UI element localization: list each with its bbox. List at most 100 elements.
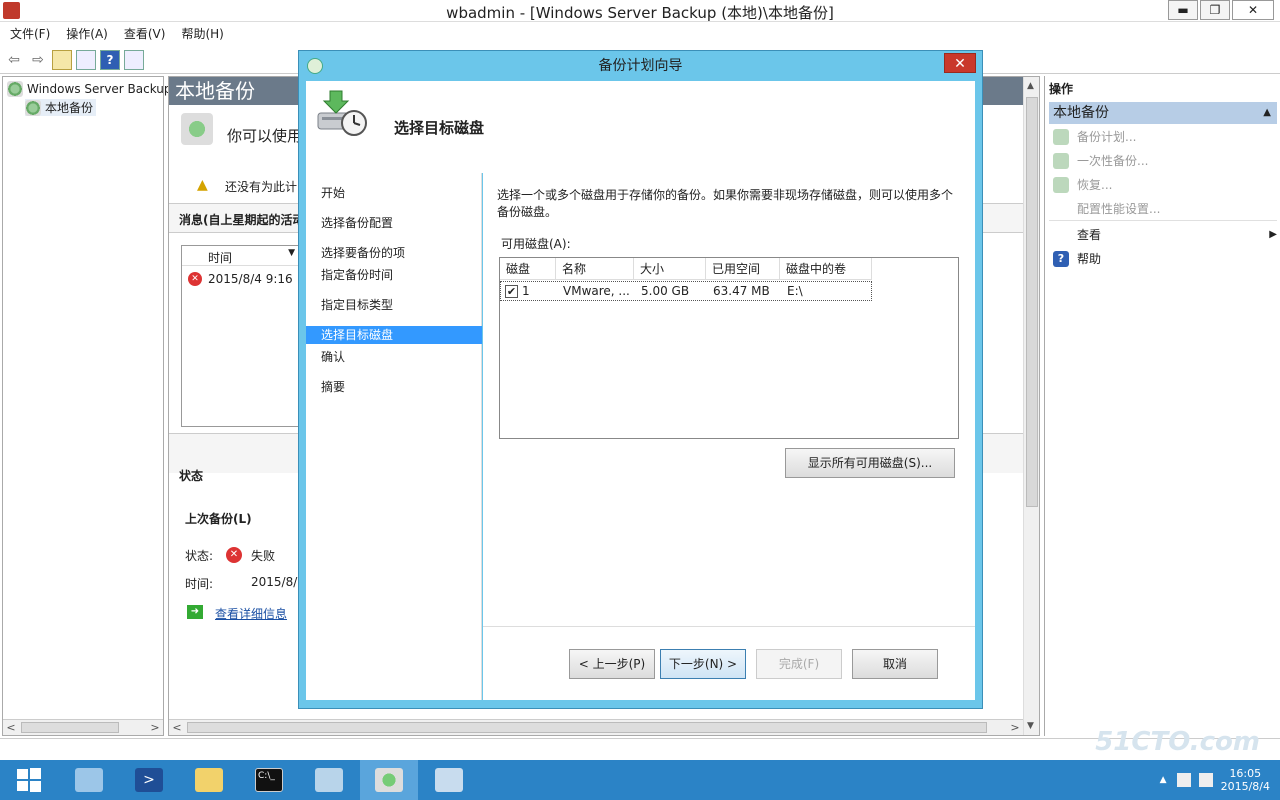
backup-once-icon [1053, 152, 1069, 169]
taskbar-windows-server-backup[interactable] [360, 760, 418, 800]
back-button[interactable]: < 上一步(P) [569, 649, 655, 679]
back-arrow-icon[interactable]: ⇦ [4, 50, 24, 70]
message-time: 2015/8/4 9:16 [208, 272, 293, 286]
taskbar-server-manager[interactable] [60, 760, 118, 800]
status-value: 失败 [251, 549, 276, 563]
action-center-icon[interactable] [1176, 773, 1191, 787]
warning-icon: ▲ [197, 177, 208, 193]
sort-arrow-icon: ▼ [288, 248, 295, 258]
status-key: 状态: [185, 549, 214, 563]
action-backup-schedule[interactable]: 备份计划... [1053, 128, 1136, 145]
system-tray: ▲ 16:05 2015/8/4 [1160, 760, 1270, 800]
actions-section-local-backup[interactable]: 本地备份 ▲ [1049, 102, 1277, 124]
start-button[interactable] [0, 760, 58, 800]
watermark: 51CTO.com [1095, 727, 1260, 757]
server-manager-icon [75, 768, 103, 792]
cancel-button[interactable]: 取消 [852, 649, 938, 679]
show-all-disks-button[interactable]: 显示所有可用磁盘(S)... [785, 448, 955, 478]
menu-action[interactable]: 操作(A) [66, 23, 108, 45]
view-details-link[interactable]: 查看详细信息 [215, 605, 287, 622]
column-used-space[interactable]: 已用空间 [706, 258, 780, 279]
forward-arrow-icon[interactable]: ⇨ [28, 50, 48, 70]
step-start[interactable]: 开始 [306, 184, 482, 202]
tree-horizontal-scrollbar[interactable]: < > [3, 719, 163, 735]
time-key: 时间: [185, 577, 214, 591]
tray-clock[interactable]: 16:05 2015/8/4 [1221, 767, 1270, 793]
scroll-right-icon[interactable]: > [147, 720, 163, 736]
menu-file[interactable]: 文件(F) [10, 23, 50, 45]
action-help[interactable]: ? 帮助 [1053, 250, 1101, 267]
warning-text: 还没有为此计 [225, 180, 298, 194]
taskbar-network[interactable] [300, 760, 358, 800]
action-configure-performance[interactable]: 配置性能设置... [1053, 200, 1160, 217]
taskbar-powershell[interactable]: > [120, 760, 178, 800]
step-select-target-disk[interactable]: 选择目标磁盘 [306, 326, 482, 344]
time-value: 2015/8/ [251, 575, 298, 589]
column-name[interactable]: 名称 [556, 258, 634, 279]
collapse-arrow-icon[interactable]: ▲ [1263, 102, 1271, 124]
action-view[interactable]: 查看 ▶ [1053, 226, 1277, 243]
taskbar-remote-desktop[interactable] [420, 760, 478, 800]
help-icon[interactable]: ? [100, 49, 120, 70]
scroll-left-icon[interactable]: < [3, 720, 19, 736]
wizard-steps-nav: 开始 选择备份配置 选择要备份的项 指定备份时间 指定目标类型 选择目标磁盘 确… [306, 173, 482, 700]
column-size[interactable]: 大小 [634, 258, 706, 279]
action-recover[interactable]: 恢复... [1053, 176, 1112, 193]
step-summary[interactable]: 摘要 [306, 378, 482, 396]
console-tree: Windows Server Backup 本地备份 < > [2, 76, 172, 736]
close-button[interactable]: ✕ [1232, 0, 1274, 20]
disk-volumes: E:\ [787, 284, 803, 298]
status-bar: 51CTO.com [0, 727, 1280, 760]
tree-root[interactable]: Windows Server Backup [7, 81, 172, 97]
wizard-header: 选择目标磁盘 [306, 81, 975, 173]
disk-number: 1 [522, 284, 530, 298]
tree-item-local-backup[interactable]: 本地备份 [25, 99, 97, 116]
powershell-icon: > [135, 768, 163, 792]
scroll-up-icon[interactable]: ▲ [1027, 81, 1034, 91]
restore-button[interactable]: ❐ [1200, 0, 1230, 20]
column-time[interactable]: 时间 [208, 249, 232, 266]
next-button[interactable]: 下一步(N) > [660, 649, 746, 679]
disk-size: 5.00 GB [641, 284, 690, 298]
minimize-button[interactable]: ▬ [1168, 0, 1198, 20]
dialog-close-button[interactable]: ✕ [944, 53, 976, 73]
disk-row[interactable]: ✔ 1 VMware, ... 5.00 GB 63.47 MB E:\ [500, 281, 872, 301]
tray-expand-icon[interactable]: ▲ [1160, 775, 1167, 785]
menu-help[interactable]: 帮助(H) [181, 23, 223, 45]
show-hide-tree-icon[interactable] [76, 49, 96, 70]
wizard-body: 选择一个或多个磁盘用于存储你的备份。如果你需要非现场存储磁盘，则可以使用多个备份… [483, 173, 975, 700]
step-confirm[interactable]: 确认 [306, 348, 482, 366]
step-target-type[interactable]: 指定目标类型 [306, 296, 482, 314]
wizard-step-heading: 选择目标磁盘 [394, 119, 485, 137]
scroll-thumb[interactable] [1026, 97, 1038, 507]
disk-checkbox[interactable]: ✔ [505, 285, 518, 298]
disk-used-space: 63.47 MB [713, 284, 770, 298]
step-specify-time[interactable]: 指定备份时间 [306, 266, 482, 284]
show-hide-action-pane-icon[interactable] [124, 49, 144, 70]
scroll-left-icon[interactable]: < [169, 720, 185, 735]
column-disk[interactable]: 磁盘 [500, 258, 556, 279]
wizard-description: 选择一个或多个磁盘用于存储你的备份。如果你需要非现场存储磁盘，则可以使用多个备份… [497, 188, 954, 219]
finish-button[interactable]: 完成(F) [756, 649, 842, 679]
column-volumes[interactable]: 磁盘中的卷 [780, 258, 872, 279]
center-vertical-scrollbar[interactable]: ▲ ▼ [1023, 77, 1039, 735]
step-select-items[interactable]: 选择要备份的项 [306, 244, 482, 262]
taskbar-file-explorer[interactable] [180, 760, 238, 800]
scroll-down-icon[interactable]: ▼ [1027, 721, 1034, 731]
last-backup-label: 上次备份(L) [185, 512, 252, 526]
backup-icon [181, 113, 213, 145]
action-backup-once[interactable]: 一次性备份... [1053, 152, 1148, 169]
center-horizontal-scrollbar[interactable]: < > [169, 719, 1023, 735]
menu-view[interactable]: 查看(V) [124, 23, 166, 45]
available-disks-label: 可用磁盘(A): [501, 237, 571, 251]
disk-list-header: 磁盘 名称 大小 已用空间 磁盘中的卷 [500, 258, 872, 280]
messages-list[interactable]: 时间 ▼ ✕ 2015/8/4 9:16 [181, 245, 311, 427]
available-disks-list[interactable]: 磁盘 名称 大小 已用空间 磁盘中的卷 ✔ 1 VMware, ... 5.00… [499, 257, 959, 439]
step-select-config[interactable]: 选择备份配置 [306, 214, 482, 232]
network-tray-icon[interactable] [1198, 773, 1213, 787]
backup-icon [7, 81, 23, 97]
scroll-right-icon[interactable]: > [1007, 720, 1023, 735]
up-folder-icon[interactable] [52, 49, 72, 70]
backup-icon [375, 768, 403, 792]
taskbar-command-prompt[interactable]: C:\_ [240, 760, 298, 800]
